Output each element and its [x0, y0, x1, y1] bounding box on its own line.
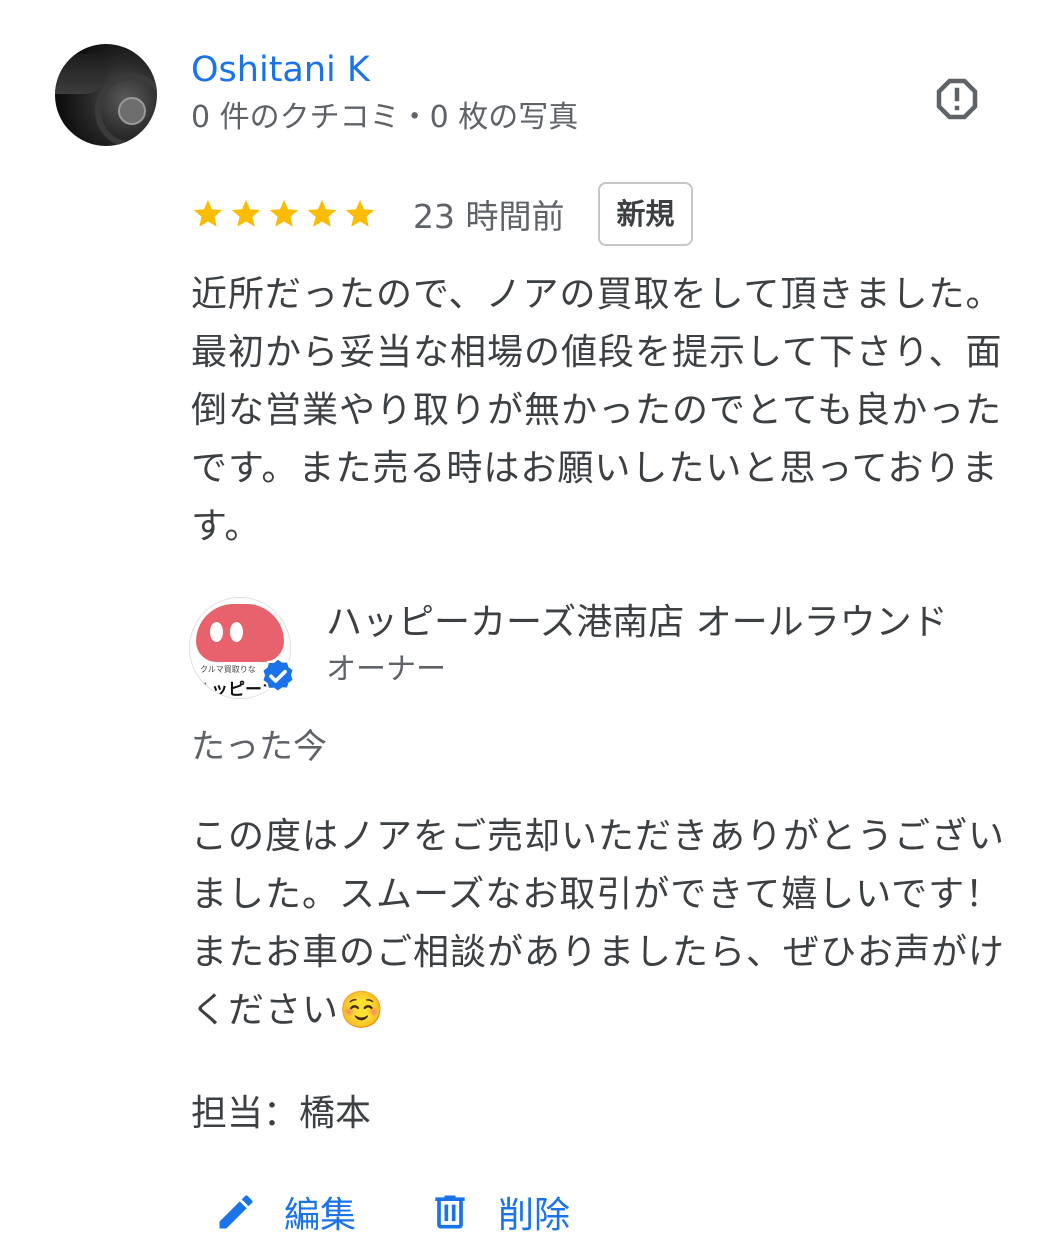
- trash-icon: [435, 1195, 465, 1229]
- reviewer-meta: 0 件のクチコミ・0 枚の写真: [191, 100, 579, 135]
- star-icon: [307, 199, 337, 227]
- star-icon: [345, 199, 375, 227]
- rating-row: 23 時間前 新規: [191, 182, 693, 246]
- edit-label: 編集: [284, 1195, 357, 1236]
- owner-role: オーナー: [326, 652, 446, 687]
- new-badge: 新規: [598, 182, 693, 246]
- review-text: 近所だったので、ノアの買取をして頂きました。最初から妥当な相場の値段を提示して下…: [191, 274, 1003, 547]
- logo-mascot-eye: [210, 622, 223, 642]
- pencil-icon: [219, 1195, 253, 1229]
- star-rating: [191, 197, 377, 231]
- owner-name: ハッピーカーズ港南店 オールラウンド: [326, 602, 948, 643]
- delete-button[interactable]: 削除: [428, 1186, 570, 1238]
- reviewer-name[interactable]: Oshitani K: [191, 48, 370, 92]
- edit-button[interactable]: 編集: [214, 1186, 356, 1238]
- star-icon: [231, 199, 261, 227]
- logo-mascot-eye: [230, 622, 243, 642]
- reply-actions: 編集 削除: [214, 1186, 570, 1238]
- avatar-dashboard-shape: [55, 54, 105, 94]
- star-icon: [269, 199, 299, 227]
- verified-check-icon: [261, 657, 295, 694]
- delete-label: 削除: [498, 1195, 571, 1236]
- avatar-wheel-hub: [118, 97, 146, 125]
- reply-time: たった今: [191, 727, 327, 767]
- logo-tagline: クルマ買取りな: [200, 665, 256, 674]
- reply-text: この度はノアをご売却いただきありがとうございました。スムーズなお取引ができて嬉し…: [191, 816, 1006, 1031]
- star-icon: [193, 199, 223, 227]
- reviewer-avatar[interactable]: [55, 44, 157, 146]
- review-time: 23 時間前: [413, 197, 565, 236]
- reply-signature: 担当：橋本: [191, 1093, 372, 1134]
- report-icon[interactable]: [930, 72, 984, 126]
